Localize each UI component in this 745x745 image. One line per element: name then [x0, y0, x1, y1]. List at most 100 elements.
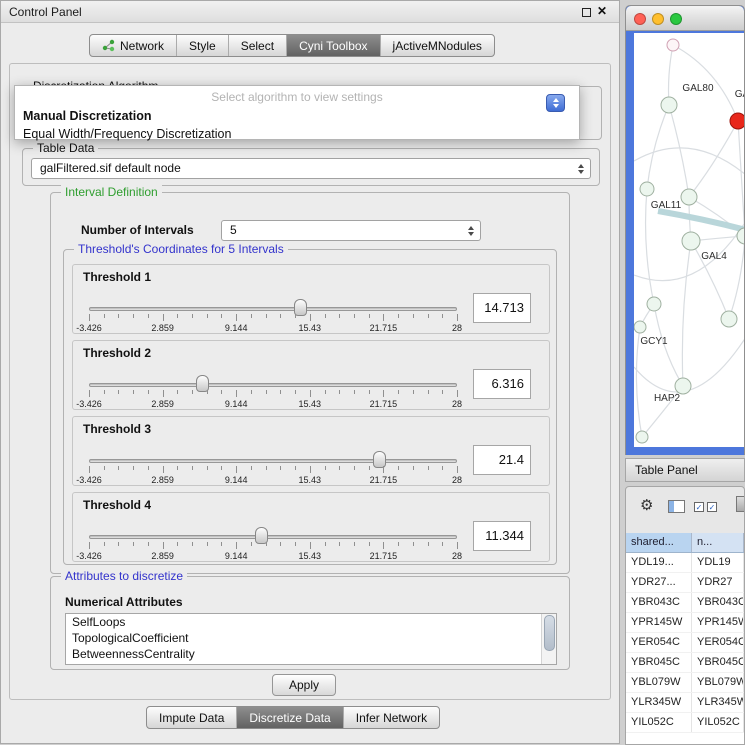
slider-track[interactable]: [89, 459, 457, 463]
columns-icon[interactable]: [668, 500, 685, 513]
tick-mark: [339, 542, 340, 546]
number-of-intervals-combobox[interactable]: 5: [221, 220, 481, 241]
threshold-3-slider[interactable]: -3.4262.8599.14415.4321.71528: [89, 451, 457, 487]
threshold-4-slider[interactable]: -3.4262.8599.14415.4321.71528: [89, 527, 457, 563]
table-row[interactable]: YBL079WYBL079W: [626, 673, 744, 693]
tick-mark: [89, 314, 90, 321]
attribute-list-item[interactable]: BetweennessCentrality: [66, 646, 556, 662]
network-node-selected[interactable]: [730, 113, 744, 129]
network-node[interactable]: [682, 232, 700, 250]
slider-track[interactable]: [89, 307, 457, 311]
network-node[interactable]: [647, 297, 661, 311]
column-header-name[interactable]: n...: [692, 533, 744, 552]
slider-scale-label: 9.144: [225, 399, 248, 409]
threshold-value-field[interactable]: 14.713: [473, 293, 531, 323]
tick-mark: [148, 466, 149, 470]
threshold-1-slider[interactable]: -3.4262.8599.14415.4321.71528: [89, 299, 457, 335]
gear-icon[interactable]: ⚙: [640, 496, 653, 514]
tick-mark: [177, 542, 178, 546]
table-row[interactable]: YPR145WYPR145W: [626, 613, 744, 633]
network-edge[interactable]: [738, 121, 744, 236]
slider-track[interactable]: [89, 535, 457, 539]
network-node[interactable]: [636, 431, 648, 443]
network-edge-thick[interactable]: [658, 211, 744, 230]
slider-scale-label: 28: [452, 323, 462, 333]
network-node[interactable]: [667, 39, 679, 51]
network-node[interactable]: [640, 182, 654, 196]
tab-jactivemnodules[interactable]: jActiveMNodules: [380, 35, 494, 56]
checkbox-icon[interactable]: ✓: [694, 502, 704, 512]
network-node[interactable]: [681, 189, 697, 205]
tick-mark: [354, 314, 355, 318]
tick-mark: [221, 542, 222, 546]
scrollbar[interactable]: [541, 614, 556, 664]
table-cell-name: YER054C: [692, 633, 744, 652]
tab-select[interactable]: Select: [228, 35, 286, 56]
mac-zoom-icon[interactable]: [670, 13, 682, 25]
float-icon[interactable]: [582, 8, 591, 17]
threshold-value-field[interactable]: 21.4: [473, 445, 531, 475]
threshold-2-slider[interactable]: -3.4262.8599.14415.4321.71528: [89, 375, 457, 411]
network-edge[interactable]: [689, 121, 738, 197]
column-header-shared-name[interactable]: shared...: [626, 533, 692, 552]
control-panel-window: Control Panel ✕ Network Style Select Cyn…: [0, 0, 620, 744]
network-graph[interactable]: GAL80GAL11GAL4GCY1HAP2GA: [634, 33, 744, 447]
attribute-list-item[interactable]: SelfLoops: [66, 614, 556, 630]
slider-scale: -3.4262.8599.14415.4321.71528: [89, 323, 457, 333]
mac-minimize-icon[interactable]: [652, 13, 664, 25]
threshold-value-field[interactable]: 11.344: [473, 521, 531, 551]
network-node[interactable]: [634, 321, 646, 333]
network-node[interactable]: [721, 311, 737, 327]
tick-mark: [148, 542, 149, 546]
tab-discretize-data[interactable]: Discretize Data: [236, 707, 342, 728]
network-edge[interactable]: [729, 236, 744, 319]
scrollbar-thumb[interactable]: [544, 615, 555, 651]
tab-impute-data[interactable]: Impute Data: [147, 707, 236, 728]
network-edge[interactable]: [669, 45, 674, 105]
tick-mark: [383, 542, 384, 549]
tick-mark: [192, 390, 193, 394]
tab-style[interactable]: Style: [176, 35, 228, 56]
table-data-combobox[interactable]: galFiltered.sif default node: [31, 158, 591, 179]
toolbar-clipped-icon[interactable]: [736, 496, 745, 512]
table-row[interactable]: YBR043CYBR043C: [626, 593, 744, 613]
algorithm-placeholder: Select algorithm to view settings: [15, 86, 579, 104]
table-row[interactable]: YLR345WYLR345W: [626, 693, 744, 713]
table-row[interactable]: YIL052CYIL052C: [626, 713, 744, 733]
close-icon[interactable]: ✕: [597, 4, 607, 18]
dropdown-option-manual-discretization[interactable]: Manual Discretization: [15, 107, 579, 125]
network-edge[interactable]: [669, 105, 689, 197]
combobox-stepper-icon[interactable]: [546, 94, 565, 112]
tick-mark: [280, 390, 281, 394]
network-node[interactable]: [661, 97, 677, 113]
mac-close-icon[interactable]: [634, 13, 646, 25]
number-of-intervals-label: Number of Intervals: [81, 223, 194, 237]
table-body: YDL19...YDL19YDR27...YDR27YBR043CYBR043C…: [626, 553, 744, 733]
table-row[interactable]: YER054CYER054C: [626, 633, 744, 653]
tab-infer-network[interactable]: Infer Network: [343, 707, 439, 728]
network-edge[interactable]: [682, 241, 691, 386]
tab-network[interactable]: Network: [90, 35, 176, 56]
table-row[interactable]: YBR045CYBR045C: [626, 653, 744, 673]
checkbox-icon[interactable]: ✓: [707, 502, 717, 512]
network-node[interactable]: [675, 378, 691, 394]
tab-cyni-toolbox[interactable]: Cyni Toolbox: [286, 35, 379, 56]
threshold-value-field[interactable]: 6.316: [473, 369, 531, 399]
network-edge[interactable]: [634, 148, 744, 175]
apply-button[interactable]: Apply: [272, 674, 336, 696]
cyni-content-panel: Discretization Algorithm Select algorith…: [9, 63, 611, 700]
table-row[interactable]: YDR27...YDR27: [626, 573, 744, 593]
network-edge[interactable]: [647, 105, 669, 189]
node-table: shared... n... YDL19...YDL19YDR27...YDR2…: [626, 533, 744, 744]
slider-scale-label: 15.43: [299, 399, 322, 409]
combobox-value: galFiltered.sif default node: [40, 159, 181, 178]
tick-mark: [104, 314, 105, 318]
numerical-attributes-list[interactable]: SelfLoopsTopologicalCoefficientBetweenne…: [65, 613, 557, 665]
network-canvas[interactable]: GAL80GAL11GAL4GCY1HAP2GA: [634, 33, 744, 447]
table-row[interactable]: YDL19...YDL19: [626, 553, 744, 573]
dropdown-option-equal-width[interactable]: Equal Width/Frequency Discretization: [15, 125, 579, 143]
tick-mark: [413, 314, 414, 318]
tick-mark: [339, 314, 340, 318]
attribute-list-item[interactable]: TopologicalCoefficient: [66, 630, 556, 646]
slider-track[interactable]: [89, 383, 457, 387]
